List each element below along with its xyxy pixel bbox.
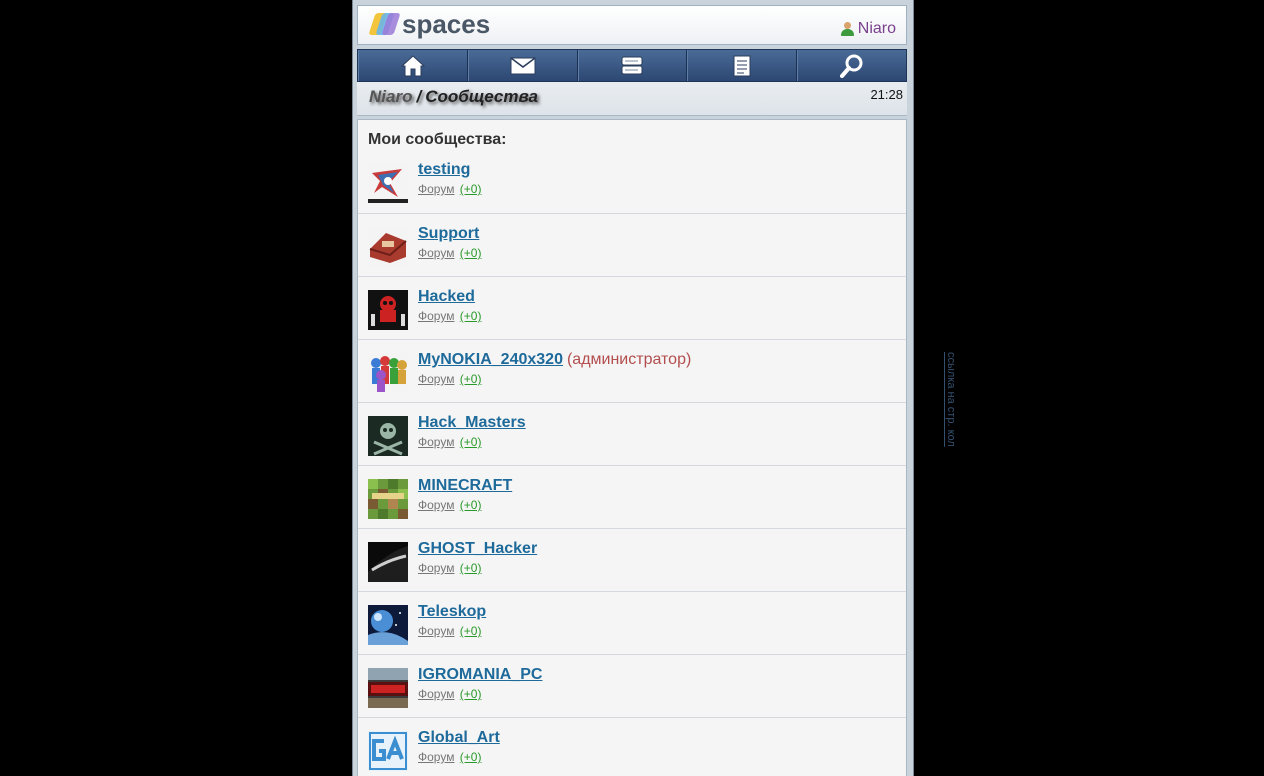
community-avatar[interactable] (368, 353, 408, 393)
new-posts-count[interactable]: (+0) (460, 309, 482, 323)
list-item: IGROMANIA_PC Форум (+0) (358, 655, 906, 718)
list-item: MyNOKIA_240x320 (администратор) Форум (+0… (358, 340, 906, 403)
new-posts-count[interactable]: (+0) (460, 182, 482, 196)
main-nav (357, 49, 907, 82)
community-avatar[interactable] (368, 290, 408, 330)
breadcrumb-user[interactable]: Niaro (369, 87, 412, 106)
list-item: MINECRAFT Форум (+0) (358, 466, 906, 529)
list-item: Hack_Masters Форум (+0) (358, 403, 906, 466)
forum-link[interactable]: Форум (418, 435, 454, 449)
forum-link[interactable]: Форум (418, 624, 454, 638)
nav-journal[interactable] (687, 50, 798, 81)
logo-text: spaces (402, 9, 491, 39)
list-item: GHOST_Hacker Форум (+0) (358, 529, 906, 592)
new-posts-count[interactable]: (+0) (460, 687, 482, 701)
community-link[interactable]: Teleskop (418, 603, 486, 620)
home-icon (400, 54, 425, 76)
journal-icon (733, 55, 751, 76)
community-avatar[interactable] (368, 227, 408, 267)
clock: 21:28 (870, 87, 903, 102)
breadcrumb: Niaro / Сообщества (369, 87, 538, 107)
community-link[interactable]: Support (418, 225, 479, 242)
community-link[interactable]: IGROMANIA_PC (418, 666, 542, 683)
user-icon (840, 22, 854, 36)
user-link[interactable]: Niaro (840, 20, 896, 38)
community-link[interactable]: Global_Art (418, 729, 500, 746)
logo-icon (368, 11, 401, 37)
community-avatar[interactable] (368, 542, 408, 582)
forum-link[interactable]: Форум (418, 498, 454, 512)
list-item: testing Форум (+0) (358, 150, 906, 214)
list-item: Hacked Форум (+0) (358, 277, 906, 340)
list-item: Teleskop Форум (+0) (358, 592, 906, 655)
forum-link[interactable]: Форум (418, 182, 454, 196)
breadcrumb-section: Сообщества (425, 87, 538, 106)
side-link[interactable]: ссылка на стр. кол (945, 352, 957, 447)
nav-search[interactable] (797, 50, 906, 81)
community-avatar[interactable] (368, 163, 408, 203)
nav-home[interactable] (358, 50, 468, 81)
community-avatar[interactable] (368, 668, 408, 708)
community-link[interactable]: Hacked (418, 288, 475, 305)
site-header: spaces Niaro (357, 5, 907, 45)
community-link[interactable]: Hack_Masters (418, 414, 526, 431)
nav-chat[interactable] (577, 50, 688, 81)
section-title: Мои сообщества: (368, 131, 507, 148)
forum-link[interactable]: Форум (418, 687, 454, 701)
community-role: (администратор) (566, 351, 692, 368)
forum-link[interactable]: Форум (418, 372, 454, 386)
community-link[interactable]: testing (418, 161, 470, 178)
username: Niaro (857, 20, 896, 37)
community-link[interactable]: GHOST_Hacker (418, 540, 537, 557)
list-item: Support Форум (+0) (358, 214, 906, 277)
forum-link[interactable]: Форум (418, 561, 454, 575)
breadcrumb-separator: / (416, 87, 422, 106)
list-item: Global_Art Форум (+0) (358, 718, 906, 776)
community-link[interactable]: MyNOKIA_240x320 (418, 351, 563, 368)
community-avatar[interactable] (368, 605, 408, 645)
mail-icon (510, 56, 536, 74)
forum-link[interactable]: Форум (418, 246, 454, 260)
community-avatar[interactable] (368, 479, 408, 519)
community-link[interactable]: MINECRAFT (418, 477, 512, 494)
site-logo[interactable]: spaces (368, 11, 490, 37)
new-posts-count[interactable]: (+0) (460, 498, 482, 512)
nav-mail[interactable] (467, 50, 578, 81)
community-avatar[interactable] (368, 416, 408, 456)
new-posts-count[interactable]: (+0) (460, 372, 482, 386)
new-posts-count[interactable]: (+0) (460, 624, 482, 638)
new-posts-count[interactable]: (+0) (460, 561, 482, 575)
community-avatar[interactable] (368, 731, 408, 771)
forum-link[interactable]: Форум (418, 750, 454, 764)
forum-link[interactable]: Форум (418, 309, 454, 323)
breadcrumb-bar: Niaro / Сообщества 21:28 (357, 82, 907, 116)
new-posts-count[interactable]: (+0) (460, 750, 482, 764)
new-posts-count[interactable]: (+0) (460, 435, 482, 449)
page: spaces Niaro Niaro / Сообщества 21:28 Мо… (0, 0, 1264, 776)
new-posts-count[interactable]: (+0) (460, 246, 482, 260)
chat-icon (621, 56, 643, 74)
search-icon (840, 54, 863, 78)
communities-list: testing Форум (+0) Support Форум (+0) Ha… (358, 150, 906, 776)
communities-panel: Мои сообщества: testing Форум (+0) Suppo… (357, 119, 907, 776)
